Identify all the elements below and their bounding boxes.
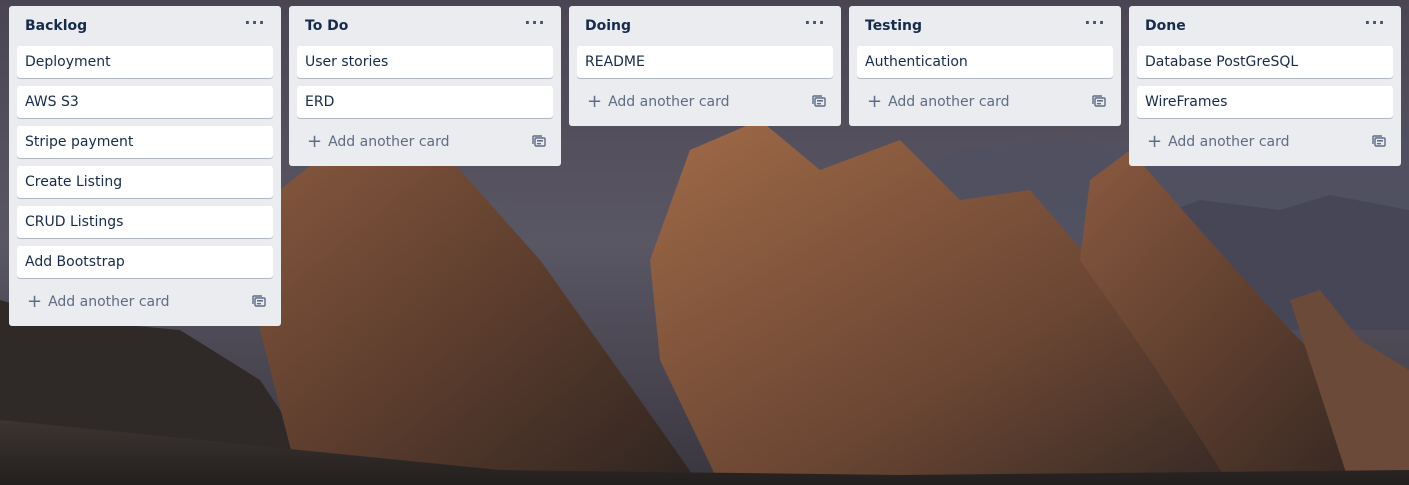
card[interactable]: Add Bootstrap bbox=[17, 246, 273, 278]
plus-icon: + bbox=[587, 91, 603, 112]
list-done: Done ··· Database PostGreSQL WireFrames … bbox=[1129, 6, 1401, 166]
card-template-icon[interactable] bbox=[1371, 134, 1387, 150]
card[interactable]: Deployment bbox=[17, 46, 273, 78]
card[interactable]: README bbox=[577, 46, 833, 78]
add-card-row: + Add another card bbox=[857, 86, 1113, 118]
add-card-label: Add another card bbox=[48, 294, 170, 310]
more-horizontal-icon[interactable]: ··· bbox=[1081, 12, 1109, 40]
more-horizontal-icon[interactable]: ··· bbox=[241, 12, 269, 40]
board: Backlog ··· Deployment AWS S3 Stripe pay… bbox=[0, 0, 1409, 485]
add-another-card-button[interactable]: + Add another card bbox=[1147, 133, 1290, 151]
list-title[interactable]: Done bbox=[1145, 18, 1186, 34]
list-header[interactable]: Backlog ··· bbox=[17, 6, 273, 46]
card[interactable]: ERD bbox=[297, 86, 553, 118]
card[interactable]: Authentication bbox=[857, 46, 1113, 78]
add-another-card-button[interactable]: + Add another card bbox=[867, 93, 1010, 111]
add-card-row: + Add another card bbox=[297, 126, 553, 158]
list-header[interactable]: Doing ··· bbox=[577, 6, 833, 46]
plus-icon: + bbox=[867, 91, 883, 112]
card[interactable]: Database PostGreSQL bbox=[1137, 46, 1393, 78]
more-horizontal-icon[interactable]: ··· bbox=[1361, 12, 1389, 40]
add-card-row: + Add another card bbox=[17, 286, 273, 318]
list-header[interactable]: To Do ··· bbox=[297, 6, 553, 46]
card[interactable]: CRUD Listings bbox=[17, 206, 273, 238]
list-title[interactable]: Doing bbox=[585, 18, 631, 34]
list-backlog: Backlog ··· Deployment AWS S3 Stripe pay… bbox=[9, 6, 281, 326]
list-doing: Doing ··· README + Add another card bbox=[569, 6, 841, 126]
card[interactable]: Stripe payment bbox=[17, 126, 273, 158]
list-header[interactable]: Testing ··· bbox=[857, 6, 1113, 46]
more-horizontal-icon[interactable]: ··· bbox=[801, 12, 829, 40]
card-template-icon[interactable] bbox=[251, 294, 267, 310]
card[interactable]: User stories bbox=[297, 46, 553, 78]
add-another-card-button[interactable]: + Add another card bbox=[27, 293, 170, 311]
add-card-label: Add another card bbox=[888, 94, 1010, 110]
plus-icon: + bbox=[307, 131, 323, 152]
card-template-icon[interactable] bbox=[811, 94, 827, 110]
card-template-icon[interactable] bbox=[531, 134, 547, 150]
list-title[interactable]: Backlog bbox=[25, 18, 87, 34]
card[interactable]: WireFrames bbox=[1137, 86, 1393, 118]
add-card-label: Add another card bbox=[328, 134, 450, 150]
card[interactable]: AWS S3 bbox=[17, 86, 273, 118]
card-template-icon[interactable] bbox=[1091, 94, 1107, 110]
list-title[interactable]: To Do bbox=[305, 18, 348, 34]
list-title[interactable]: Testing bbox=[865, 18, 922, 34]
list-testing: Testing ··· Authentication + Add another… bbox=[849, 6, 1121, 126]
add-another-card-button[interactable]: + Add another card bbox=[307, 133, 450, 151]
more-horizontal-icon[interactable]: ··· bbox=[521, 12, 549, 40]
list-to-do: To Do ··· User stories ERD + Add another… bbox=[289, 6, 561, 166]
add-card-row: + Add another card bbox=[577, 86, 833, 118]
add-card-label: Add another card bbox=[1168, 134, 1290, 150]
list-header[interactable]: Done ··· bbox=[1137, 6, 1393, 46]
add-card-label: Add another card bbox=[608, 94, 730, 110]
plus-icon: + bbox=[1147, 131, 1163, 152]
plus-icon: + bbox=[27, 291, 43, 312]
card[interactable]: Create Listing bbox=[17, 166, 273, 198]
add-card-row: + Add another card bbox=[1137, 126, 1393, 158]
add-another-card-button[interactable]: + Add another card bbox=[587, 93, 730, 111]
